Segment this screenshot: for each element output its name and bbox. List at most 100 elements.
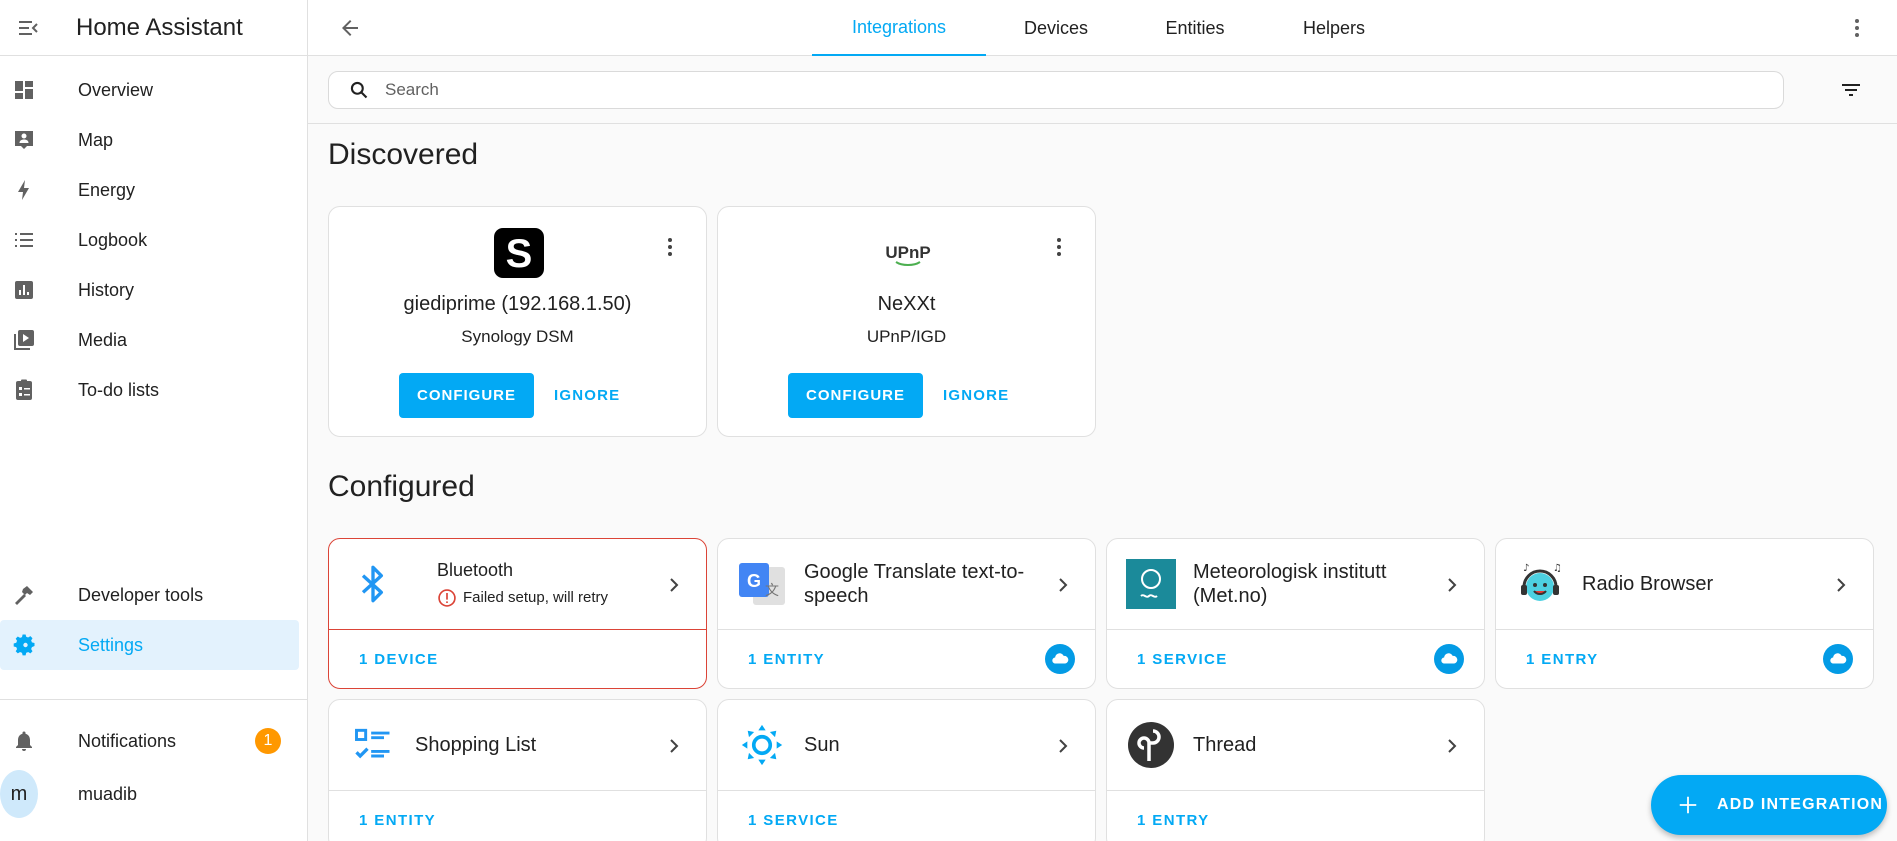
card-footer-link[interactable]: 1 ENTITY	[748, 651, 825, 668]
tab-integrations[interactable]: Integrations	[812, 0, 986, 56]
top-bar: Integrations Devices Entities Helpers	[308, 0, 1897, 56]
map-icon	[10, 126, 38, 154]
ignore-button[interactable]: IGNORE	[554, 373, 620, 418]
tab-devices[interactable]: Devices	[986, 0, 1126, 56]
search-row	[308, 56, 1897, 124]
card-header: ♪ ♫ Radio Browser	[1496, 539, 1873, 630]
svg-text:♫: ♫	[1553, 563, 1562, 574]
sidebar-item-todo[interactable]: To-do lists	[0, 365, 307, 415]
card-footer-link[interactable]: 1 ENTRY	[1526, 651, 1599, 668]
tab-entities[interactable]: Entities	[1126, 0, 1264, 56]
error-status: Failed setup, will retry	[437, 586, 677, 610]
overflow-menu-icon[interactable]	[1837, 8, 1877, 48]
lightning-icon	[10, 176, 38, 204]
discovered-card: UPnP NeXXt UPnP/IGD CONFIGURE IGNORE	[717, 206, 1096, 437]
configure-button[interactable]: CONFIGURE	[399, 373, 534, 418]
thread-icon	[1125, 719, 1177, 771]
sidebar-item-label: Media	[78, 329, 128, 350]
checklist-icon	[347, 719, 399, 771]
card-footer-link[interactable]: 1 ENTRY	[1137, 812, 1210, 829]
sidebar-item-profile[interactable]: m muadib	[0, 766, 307, 822]
sidebar-item-energy[interactable]: Energy	[0, 165, 307, 215]
configure-button[interactable]: CONFIGURE	[788, 373, 923, 418]
add-integration-button[interactable]: ADD INTEGRATION	[1651, 775, 1887, 835]
ignore-button[interactable]: IGNORE	[943, 373, 1009, 418]
sidebar-item-logbook[interactable]: Logbook	[0, 215, 307, 265]
integration-card-bluetooth[interactable]: Bluetooth Failed setup, will retry 1 DEV…	[328, 538, 707, 689]
integration-card-shopping-list[interactable]: Shopping List 1 ENTITY	[328, 699, 707, 841]
card-title: Google Translate text-to-speech	[804, 561, 1025, 607]
card-footer: 1 ENTITY	[718, 630, 1095, 688]
cloud-icon	[1434, 644, 1464, 674]
sidebar-divider	[0, 699, 307, 700]
dashboard-icon	[10, 76, 38, 104]
svg-text:G: G	[747, 571, 761, 591]
card-header: Shopping List	[329, 700, 706, 791]
card-header: Thread	[1107, 700, 1484, 791]
svg-text:S: S	[506, 232, 533, 276]
sidebar-item-label: History	[78, 279, 135, 300]
search-box	[328, 71, 1784, 109]
app-title: Home Assistant	[76, 13, 243, 41]
card-footer: 1 SERVICE	[1107, 630, 1484, 688]
error-text: Failed setup, will retry	[463, 589, 609, 606]
sidebar-item-overview[interactable]: Overview	[0, 65, 307, 115]
menu-toggle-icon[interactable]	[0, 0, 56, 56]
card-footer-link[interactable]: 1 DEVICE	[359, 651, 439, 668]
list-icon	[10, 226, 38, 254]
chevron-right-icon	[1051, 734, 1075, 758]
discovered-integration-name: Synology DSM	[461, 327, 574, 346]
chart-icon	[10, 276, 38, 304]
sidebar-item-media[interactable]: Media	[0, 315, 307, 365]
sidebar-item-label: Notifications	[78, 730, 177, 751]
sun-icon	[736, 719, 788, 771]
sidebar: Home Assistant Overview Map Energy Logbo…	[0, 0, 308, 841]
integration-card-sun[interactable]: Sun 1 SERVICE	[717, 699, 1096, 841]
synology-logo-icon: S	[493, 227, 545, 279]
card-footer-link[interactable]: 1 SERVICE	[748, 812, 839, 829]
discovered-device-name: NeXXt	[877, 293, 936, 315]
cloud-icon	[1045, 644, 1075, 674]
discovered-integration-name: UPnP/IGD	[866, 327, 947, 346]
sidebar-item-map[interactable]: Map	[0, 115, 307, 165]
card-menu-icon[interactable]	[1047, 235, 1071, 259]
card-footer: 1 ENTITY	[329, 791, 706, 841]
card-menu-icon[interactable]	[658, 235, 682, 259]
search-input[interactable]	[385, 80, 1765, 100]
card-header: Bluetooth Failed setup, will retry	[329, 539, 706, 630]
card-footer: 1 ENTRY	[1107, 791, 1484, 841]
chevron-right-icon	[662, 734, 686, 758]
upnp-logo-text: UPnP	[885, 243, 930, 262]
card-footer-link[interactable]: 1 ENTITY	[359, 812, 436, 829]
media-icon	[10, 326, 38, 354]
chevron-right-icon	[1051, 573, 1075, 597]
card-footer: 1 ENTRY	[1496, 630, 1873, 688]
sidebar-item-history[interactable]: History	[0, 265, 307, 315]
back-arrow-icon[interactable]	[330, 8, 370, 48]
tab-helpers[interactable]: Helpers	[1264, 0, 1404, 56]
discovered-device-name: giediprime (192.168.1.50)	[403, 293, 632, 315]
sidebar-item-settings[interactable]: Settings	[0, 620, 299, 670]
card-header: Meteorologisk institutt (Met.no)	[1107, 539, 1484, 630]
integration-card-google-translate[interactable]: G文 Google Translate text-to-speech 1 ENT…	[717, 538, 1096, 689]
integration-card-radio-browser[interactable]: ♪ ♫ Radio Browser 1 ENTRY	[1495, 538, 1874, 689]
bell-icon	[10, 727, 38, 755]
sidebar-header: Home Assistant	[0, 0, 307, 56]
sidebar-item-developer-tools[interactable]: Developer tools	[0, 570, 307, 620]
filter-icon[interactable]	[1835, 74, 1867, 106]
chevron-right-icon	[1829, 573, 1853, 597]
card-title: Shopping List	[415, 734, 537, 756]
search-icon	[349, 80, 369, 100]
sidebar-item-label: Logbook	[78, 229, 148, 250]
card-footer-link[interactable]: 1 SERVICE	[1137, 651, 1228, 668]
card-footer: 1 SERVICE	[718, 791, 1095, 841]
user-name: muadib	[78, 783, 138, 804]
sidebar-item-label: Overview	[78, 79, 154, 100]
integration-card-thread[interactable]: Thread 1 ENTRY	[1106, 699, 1485, 841]
sidebar-item-notifications[interactable]: Notifications 1	[0, 716, 307, 766]
integration-card-met-no[interactable]: Meteorologisk institutt (Met.no) 1 SERVI…	[1106, 538, 1485, 689]
bluetooth-icon	[347, 558, 399, 610]
hammer-icon	[10, 581, 38, 609]
notification-badge: 1	[255, 728, 281, 754]
met-no-icon	[1125, 558, 1177, 610]
